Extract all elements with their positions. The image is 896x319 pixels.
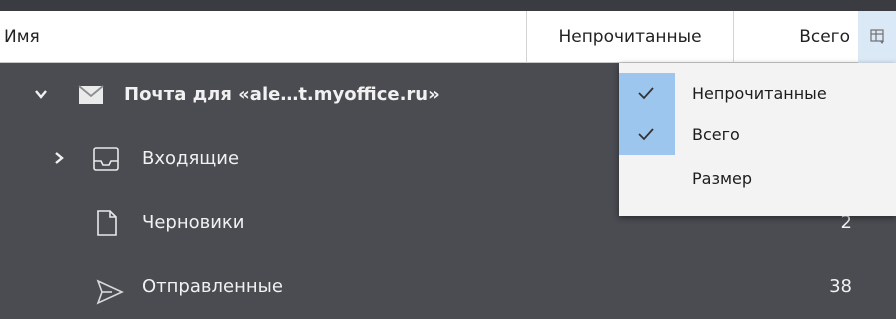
chevron-down-icon[interactable] bbox=[34, 87, 48, 101]
menu-item-unread[interactable]: Непрочитанные bbox=[619, 73, 896, 114]
column-header: Имя Непрочитанные Всего bbox=[0, 11, 896, 63]
folder-row-sent[interactable]: Отправленные 38 bbox=[0, 255, 896, 319]
inbox-tray-icon bbox=[93, 147, 119, 171]
folder-label-drafts: Черновики bbox=[142, 212, 245, 233]
checkmark-icon bbox=[638, 128, 654, 141]
column-chooser-icon bbox=[870, 29, 884, 44]
column-unread-header[interactable]: Непрочитанные bbox=[526, 11, 734, 63]
menu-item-total[interactable]: Всего bbox=[619, 114, 896, 155]
checked-indicator bbox=[619, 73, 675, 114]
folder-count-sent: 38 bbox=[829, 276, 852, 297]
document-icon bbox=[97, 210, 117, 236]
checkmark-icon bbox=[638, 87, 654, 100]
account-label: Почта для «ale…t.myoffice.ru» bbox=[124, 84, 440, 105]
column-chooser-menu: Непрочитанные Всего Размер bbox=[619, 63, 896, 216]
column-total-header[interactable]: Всего bbox=[734, 11, 858, 63]
menu-item-label: Всего bbox=[692, 125, 740, 144]
send-arrow-icon bbox=[96, 279, 124, 305]
folder-label-sent: Отправленные bbox=[142, 276, 283, 297]
title-bar-strip bbox=[0, 0, 896, 11]
menu-item-size[interactable]: Размер bbox=[619, 158, 896, 199]
folder-label-inbox: Входящие bbox=[142, 148, 240, 169]
envelope-icon bbox=[78, 85, 104, 104]
column-name-header[interactable]: Имя bbox=[4, 11, 40, 63]
column-chooser-button[interactable] bbox=[858, 11, 896, 63]
checked-indicator bbox=[619, 114, 675, 155]
chevron-right-icon[interactable] bbox=[52, 151, 66, 165]
menu-item-label: Непрочитанные bbox=[692, 84, 827, 103]
menu-item-label: Размер bbox=[692, 169, 753, 188]
